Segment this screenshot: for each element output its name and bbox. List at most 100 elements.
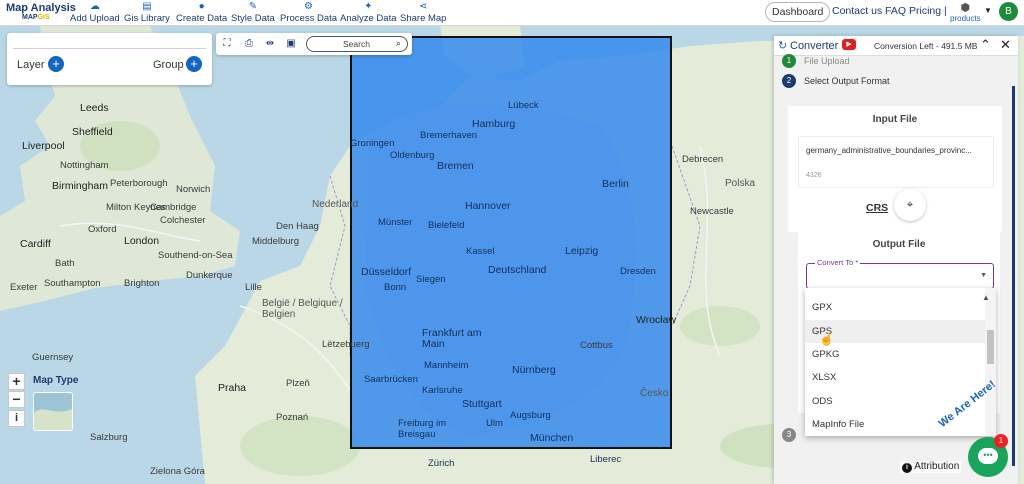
map-label: Debrecen [682, 154, 724, 165]
map-label: Hamburg [472, 118, 516, 130]
map-label: Birmingham [52, 180, 109, 192]
brand-logo[interactable]: Map Analysis MAPGIS [6, 2, 76, 21]
map-label: Den Haag [276, 221, 319, 232]
map-label: Zielona Góra [150, 466, 205, 477]
map-label: Düsseldorf [361, 266, 412, 278]
crs-target-icon[interactable]: ⌖ [894, 189, 926, 221]
map-label: Bonn [384, 282, 407, 293]
map-label: Leeds [80, 102, 109, 114]
country-label: Deutschland [488, 264, 547, 276]
map-label: Zürich [428, 458, 455, 469]
map-label: Middelburg [252, 236, 299, 247]
map-label: Norwich [176, 184, 211, 195]
map-label: Liberec [590, 454, 622, 465]
avatar[interactable]: B [999, 2, 1018, 21]
info-icon: i [902, 463, 912, 473]
library-icon: ▤ [142, 1, 152, 12]
map-label: Leipzig [565, 245, 599, 257]
dashboard-button[interactable]: Dashboard [765, 2, 831, 22]
map-label: Kassel [466, 246, 495, 257]
refresh-icon[interactable]: ↻ [778, 39, 787, 52]
pricing-link[interactable]: Pricing | [909, 2, 947, 20]
attribution-link[interactable]: i Attribution [900, 461, 962, 473]
country-label: Polska [725, 178, 756, 189]
youtube-icon[interactable]: ▶ [842, 39, 856, 50]
input-file-title: Input File [872, 114, 918, 125]
nav-style-data[interactable]: ✎ Style Data [231, 1, 275, 24]
convert-to-label: Convert To * [815, 258, 861, 267]
nav-process-data[interactable]: ⚙ Process Data [280, 1, 337, 24]
map-label: Groningen [350, 138, 395, 149]
map-label: Oldenburg [390, 150, 435, 161]
search-input[interactable]: Search ⌕ [306, 36, 408, 52]
map-label: Wrocław [636, 314, 677, 326]
search-icon[interactable]: ⌕ [396, 38, 401, 49]
measure-icon[interactable]: ⇹ [263, 37, 277, 51]
add-group-button[interactable]: + [186, 56, 202, 72]
conversion-left-text: Conversion Left - 491.5 MB [874, 41, 978, 51]
converter-header: ↻ Converter ▶ Conversion Left - 491.5 MB… [774, 36, 1018, 56]
map-toolbar: ⛶ ⎙ ⇹ ▣ Search ⌕ [216, 33, 412, 55]
format-option[interactable]: GPKG [805, 343, 985, 366]
country-label: België / Belgique / Belgien [262, 298, 343, 320]
dropdown-scroll-up-icon[interactable]: ▲ [982, 293, 990, 302]
input-file-card: Input File germany_administrative_bounda… [788, 106, 1002, 232]
map-type-thumbnail[interactable] [33, 392, 73, 431]
map-label: Peterborough [110, 178, 168, 189]
search-placeholder: Search [343, 39, 370, 49]
print-icon[interactable]: ⎙ [242, 37, 256, 51]
map-label: Plzeň [286, 378, 310, 389]
nav-gis-library[interactable]: ▤ Gis Library [124, 1, 170, 24]
add-layer-button[interactable]: + [48, 56, 64, 72]
map-label: Salzburg [90, 432, 128, 443]
nav-analyze-data[interactable]: ✦ Analyze Data [340, 1, 397, 24]
contact-link[interactable]: Contact us [832, 2, 882, 20]
dropdown-scroll-thumb[interactable] [987, 330, 994, 364]
group-label: Group [153, 59, 184, 71]
country-label: Nederland [312, 199, 359, 210]
convert-to-select[interactable]: Convert To * ▼ [806, 258, 994, 289]
map-label: Mannheim [424, 360, 469, 371]
zoom-in-button[interactable]: + [8, 373, 25, 390]
converter-title: Converter [790, 40, 839, 52]
faq-link[interactable]: FAQ [885, 2, 906, 20]
map-label: Liverpool [22, 140, 65, 152]
info-icon[interactable]: i [8, 410, 25, 427]
format-dropdown: GPX GPS GPKG XLSX ODS MapInfo File [805, 288, 996, 436]
comment-icon[interactable]: ▣ [284, 37, 298, 51]
collapse-icon[interactable]: ⌃ [980, 37, 991, 53]
pointer-cursor-icon: ☝ [819, 332, 834, 346]
nav-add-upload[interactable]: ☁ Add Upload [70, 1, 120, 24]
map-label: Siegen [416, 274, 446, 285]
close-icon[interactable]: ✕ [1000, 37, 1011, 53]
style-icon: ✎ [248, 1, 258, 12]
map-label: Guernsey [32, 352, 74, 363]
map-label: Southampton [44, 278, 101, 289]
step-number: 3 [782, 428, 796, 442]
map-label: Brighton [124, 278, 160, 289]
map-label: Colchester [160, 215, 206, 226]
step-number: 1 [782, 54, 796, 68]
cube-icon: ⬢ [960, 2, 971, 14]
format-option[interactable]: XLSX [805, 366, 985, 389]
chevron-down-icon[interactable]: ▼ [984, 6, 992, 15]
fullscreen-icon[interactable]: ⛶ [220, 37, 234, 51]
layer-panel: Layer + Group + [7, 33, 212, 85]
map-label: Cottbus [580, 340, 613, 351]
map-label: Nottingham [60, 160, 109, 171]
map-label: Oxford [88, 224, 117, 235]
map-label: Berlin [602, 178, 629, 190]
epsg-code: 4326 [806, 172, 822, 179]
map-label: Bielefeld [428, 220, 465, 231]
map-label: Bremen [437, 160, 474, 172]
nav-share-map[interactable]: ⋖ Share Map [400, 1, 446, 24]
format-option[interactable]: GPX [805, 296, 985, 319]
map-label: London [124, 235, 160, 247]
zoom-out-button[interactable]: − [8, 391, 25, 408]
map-label: Nürnberg [512, 364, 556, 376]
layer-label: Layer [17, 59, 45, 71]
products-menu[interactable]: ⬢ products [950, 1, 981, 23]
crs-label[interactable]: CRS [866, 202, 888, 214]
nav-create-data[interactable]: ● Create Data [176, 1, 227, 24]
map-label: Newcastle [690, 206, 734, 217]
